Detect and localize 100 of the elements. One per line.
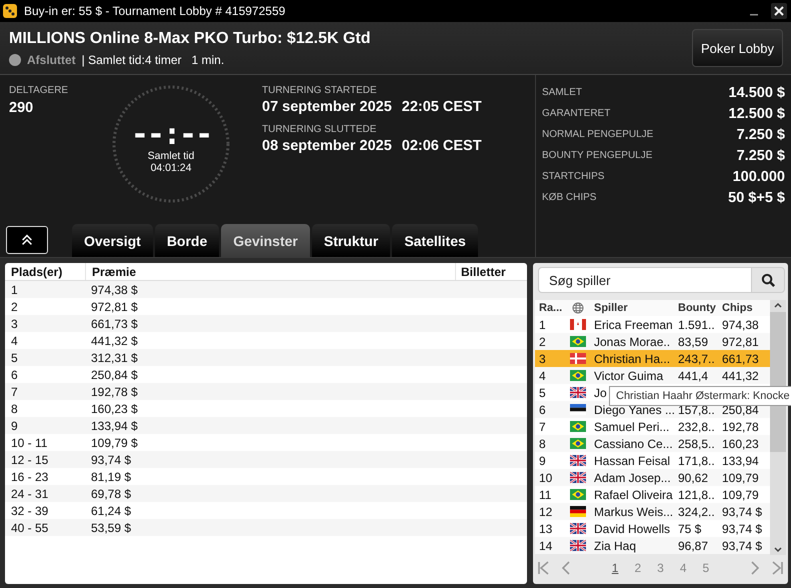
column-header: Billetter (455, 263, 527, 280)
table-cell-text: 160,23 $ (90, 402, 139, 416)
table-cell-text: 12 - 15 (10, 452, 50, 468)
stat-label: STARTCHIPS (542, 171, 604, 182)
rank-cell-text: 12 (538, 504, 554, 518)
player-name-cell-text: Cassiano Ce... (593, 436, 674, 450)
chips-cell-text: 93,74 $ (721, 538, 764, 552)
bounty-cell-text: 243,7.. (677, 352, 716, 366)
stat-value: 12.500 $ (728, 106, 785, 122)
player-name-cell-text: Markus Weis... (593, 504, 674, 518)
player-name-cell-text: Adam Josep... (593, 470, 672, 484)
rank-cell-text: 4 (538, 368, 547, 382)
chips-cell-text: 192,78 (721, 420, 760, 434)
status-text: Afsluttet (27, 52, 76, 66)
entrants-label: DELTAGERE (9, 85, 70, 96)
bounty-cell-text: 121,8.. (677, 488, 716, 502)
player-name-cell-text: Samuel Peri... (593, 420, 670, 434)
bounty-cell-text: 171,8.. (677, 454, 716, 468)
table-cell-text: 1 (10, 282, 19, 298)
table-cell-text: 8 (10, 400, 19, 417)
table-cell-text: 69,78 $ (90, 486, 132, 500)
chips-cell-text: 661,73 (721, 352, 760, 366)
player-name-cell-text: Jonas Morae.. (593, 334, 672, 348)
stat-value: 14.500 $ (728, 84, 785, 100)
rank-cell-text: 3 (538, 352, 547, 366)
table-cell-text: 61,24 $ (90, 504, 132, 518)
table-cell-text: 4 (10, 332, 19, 349)
stat-label: GARANTERET (542, 108, 610, 119)
duration-text: | Samlet tid:4 timer 1 min. (82, 52, 224, 66)
bounty-cell-text: 83,59 (677, 334, 710, 348)
rank-cell-text: 5 (538, 386, 547, 400)
rank-cell-text: 13 (538, 522, 554, 536)
table-cell-text: 2 (10, 298, 19, 315)
chips-cell-text: 974,38 (721, 318, 760, 332)
clock-time: 04:01:24 (150, 162, 192, 174)
bounty-cell-text: 441,4 (677, 368, 710, 382)
table-cell-text: 93,74 $ (90, 452, 132, 466)
time-value: 22:05 CEST (402, 99, 482, 115)
rank-cell-text: 7 (538, 420, 547, 434)
table-cell-text: 16 - 23 (10, 468, 50, 485)
stat-label: SAMLET (542, 87, 582, 98)
stat-value: 50 $+5 $ (728, 190, 785, 206)
date-label: TURNERING STARTEDE (262, 85, 378, 96)
table-cell-text: 32 - 39 (10, 502, 50, 519)
column-header: Plads(er) (5, 263, 86, 280)
bounty-cell-text: 75 $ (677, 522, 702, 536)
time-value: 02:06 CEST (402, 138, 482, 154)
player-name-cell-text: Hassan Feisal (593, 454, 672, 468)
tournament-title: MILLIONS Online 8-Max PKO Turbo: $12.5K Gtd (9, 30, 371, 48)
rank-cell-text: 14 (538, 538, 554, 552)
table-cell-text: 53,59 $ (90, 520, 132, 534)
chips-cell-text: 160,23 (721, 436, 760, 450)
stat-value: 7.250 $ (736, 126, 785, 142)
bounty-cell-text: 232,8.. (677, 420, 716, 434)
rank-cell-text: 1 (538, 318, 547, 332)
rank-cell-text: 11 (538, 488, 552, 502)
rank-cell-text: 9 (538, 454, 547, 468)
player-name-cell-text: Victor Guima (593, 368, 664, 382)
player-name-cell-text: Jo (593, 386, 607, 400)
table-cell-text: 10 - 11 (10, 434, 48, 451)
window-title: Buy-in er: 55 $ - Tournament Lobby # 415972559 (24, 4, 286, 18)
column-header: Chips (721, 302, 754, 314)
stat-label: NORMAL PENGEPULJE (542, 129, 654, 140)
stat-value: 100.000 (732, 168, 785, 184)
column-header: Præmie (91, 264, 138, 278)
player-name-cell-text: Zia Haq (593, 538, 638, 552)
table-cell-text: 972,81 $ (90, 300, 139, 314)
clock-display: --:-- (130, 120, 212, 150)
table-cell-text: 441,32 $ (90, 334, 139, 348)
player-name-cell-text: Christian Ha... (593, 352, 672, 366)
date-label: TURNERING SLUTTEDE (262, 124, 378, 135)
table-cell-text: 250,84 $ (90, 368, 139, 382)
rank-cell-text: 6 (538, 402, 547, 416)
chips-cell-text: 441,32 (721, 368, 760, 382)
table-cell-text: 5 (10, 350, 19, 366)
stat-label: BOUNTY PENGEPULJE (542, 150, 652, 161)
column-header: Ra... (538, 302, 564, 314)
player-name-cell-text: Rafael Oliveira (593, 488, 674, 502)
date-value: 07 september 2025 (262, 99, 392, 115)
column-header: Bounty (677, 302, 717, 314)
bounty-cell-text: 324,2.. (677, 504, 716, 518)
bounty-cell-text: 96,87 (677, 538, 710, 552)
table-cell-text: 9 (10, 418, 19, 434)
bounty-cell-text: 258,5.. (677, 436, 716, 450)
table-cell-text: 192,78 $ (90, 384, 139, 398)
table-cell-text: 40 - 55 (10, 520, 50, 536)
table-cell-text: 974,38 $ (90, 282, 139, 296)
chips-cell-text: 972,81 (721, 334, 760, 348)
bounty-cell-text: 1.591.. (677, 318, 716, 332)
player-name-cell-text: David Howells (593, 522, 672, 536)
player-name-cell-text: Erica Freeman (593, 318, 674, 332)
table-cell-text: 133,94 $ (90, 418, 139, 432)
stat-value: 7.250 $ (736, 148, 785, 164)
chips-cell-text: 109,79 (721, 470, 760, 484)
entrants-value: 290 (9, 100, 34, 116)
table-cell-text: 312,31 $ (90, 350, 139, 364)
table-cell-text: 7 (10, 384, 19, 400)
bounty-cell-text: 90,62 (677, 470, 710, 484)
rank-cell-text: 8 (538, 436, 547, 450)
table-cell-text: 81,19 $ (90, 470, 132, 484)
